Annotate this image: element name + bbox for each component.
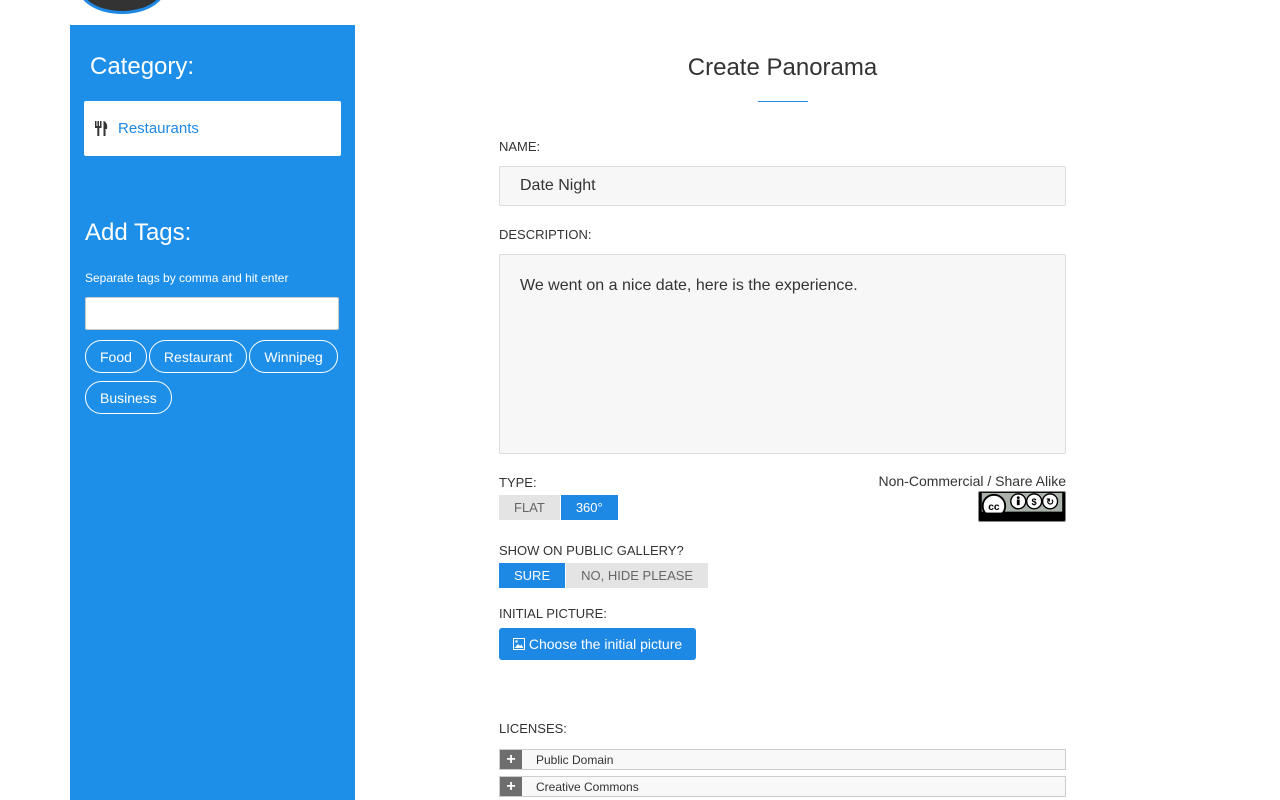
sidebar: Category: Restaurants Add Tags: Separate… — [70, 25, 355, 800]
license-label: Creative Commons — [536, 779, 639, 794]
tags-hint: Separate tags by comma and hit enter — [85, 271, 289, 285]
type-toggle: FLAT 360° — [499, 495, 618, 520]
type-option-flat[interactable]: FLAT — [499, 495, 560, 520]
initial-picture-label: INITIAL PICTURE: — [499, 606, 607, 621]
type-option-360[interactable]: 360° — [559, 495, 618, 520]
category-item-restaurants[interactable]: Restaurants — [84, 101, 341, 156]
svg-text:↻: ↻ — [1046, 497, 1054, 507]
gallery-option-hide[interactable]: NO, HIDE PLEASE — [565, 563, 709, 588]
plus-icon: + — [500, 750, 522, 769]
category-heading: Category: — [90, 53, 195, 80]
name-field[interactable]: Date Night — [499, 166, 1066, 206]
site-logo[interactable] — [78, 0, 166, 14]
license-text: Non-Commercial / Share Alike — [878, 473, 1066, 489]
tags-heading: Add Tags: — [85, 219, 192, 246]
tag-restaurant[interactable]: Restaurant — [148, 340, 248, 373]
svg-text:$: $ — [1032, 497, 1038, 507]
tag-input[interactable] — [85, 297, 339, 330]
licenses-label: LICENSES: — [499, 721, 567, 736]
gallery-option-sure[interactable]: SURE — [499, 563, 566, 588]
title-divider — [758, 101, 808, 102]
description-field[interactable]: We went on a nice date, here is the expe… — [499, 254, 1066, 454]
gallery-toggle: SURE NO, HIDE PLEASE — [499, 563, 709, 588]
gallery-label: SHOW ON PUBLIC GALLERY? — [499, 543, 684, 558]
tag-winnipeg[interactable]: Winnipeg — [249, 340, 338, 373]
page-title: Create Panorama — [687, 54, 878, 81]
utensils-icon — [95, 121, 108, 136]
name-label: NAME: — [499, 139, 541, 154]
panorama-form: Create Panorama NAME: Date Night DESCRIP… — [499, 0, 1066, 800]
category-item-label: Restaurants — [118, 120, 199, 137]
description-label: DESCRIPTION: — [499, 227, 592, 242]
tag-business[interactable]: Business — [85, 381, 172, 414]
tag-list: Food Restaurant Winnipeg Business — [85, 340, 345, 414]
license-public-domain[interactable]: + Public Domain — [499, 749, 1066, 770]
plus-icon: + — [500, 777, 522, 796]
choose-picture-label: Choose the initial picture — [528, 636, 683, 652]
tag-food[interactable]: Food — [85, 340, 147, 373]
license-label: Public Domain — [536, 752, 614, 767]
choose-picture-button[interactable]: Choose the initial picture — [499, 628, 696, 660]
license-creative-commons[interactable]: + Creative Commons — [499, 776, 1066, 797]
type-label: TYPE: — [499, 475, 537, 490]
svg-text:cc: cc — [988, 502, 1000, 513]
cc-by-nc-sa-badge-icon: cc $ ↻ — [978, 491, 1066, 522]
image-icon — [512, 638, 525, 650]
